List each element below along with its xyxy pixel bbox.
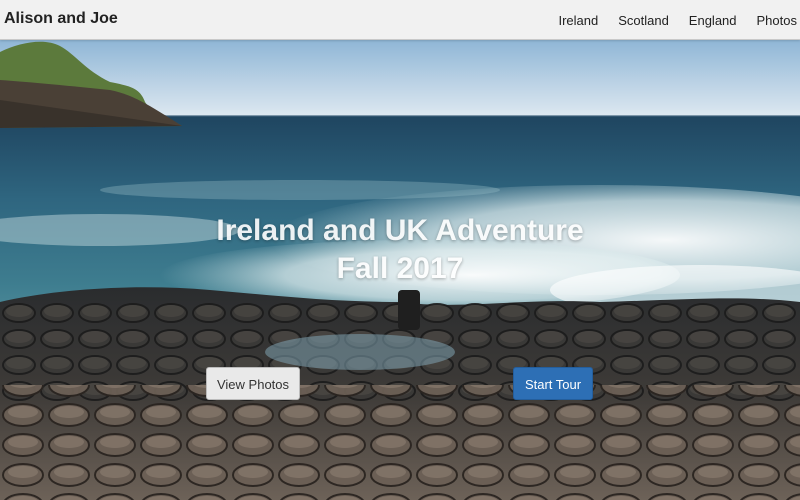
- nav-link-england[interactable]: England: [689, 13, 737, 28]
- top-navbar: Alison and Joe Ireland Scotland England …: [0, 0, 800, 40]
- hero-banner: Ireland and UK Adventure Fall 2017 View …: [0, 40, 800, 500]
- nav-links: Ireland Scotland England Photos: [538, 0, 800, 40]
- hero-title-line2: Fall 2017: [336, 252, 464, 285]
- hero-title-line1: Ireland and UK Adventure: [216, 214, 584, 247]
- nav-link-photos[interactable]: Photos: [757, 13, 797, 28]
- site-brand-link[interactable]: Alison and Joe: [4, 10, 118, 28]
- hero-title: Ireland and UK Adventure Fall 2017: [0, 212, 800, 288]
- start-tour-button[interactable]: Start Tour: [513, 367, 593, 400]
- nav-link-ireland[interactable]: Ireland: [558, 13, 598, 28]
- nav-link-scotland[interactable]: Scotland: [618, 13, 669, 28]
- view-photos-button[interactable]: View Photos: [206, 367, 300, 400]
